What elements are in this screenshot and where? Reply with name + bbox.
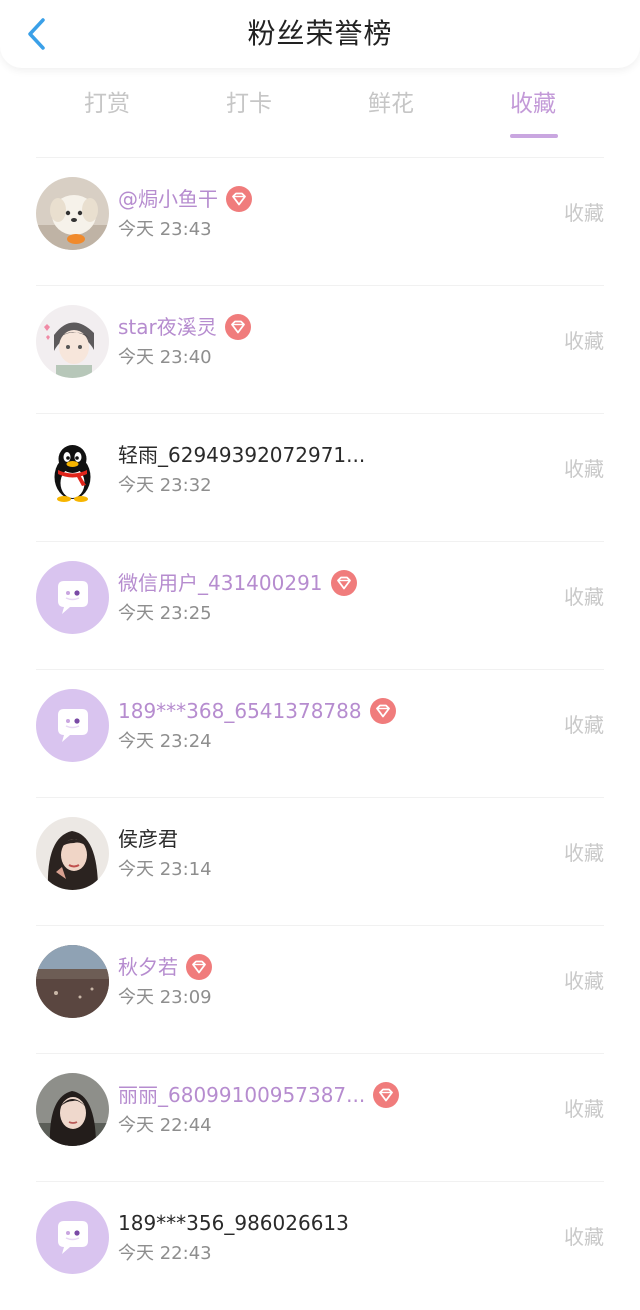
list-item[interactable]: 189***368_6541378788 今天 23:24 收藏 (0, 670, 640, 798)
avatar[interactable] (36, 177, 109, 250)
timestamp: 今天 23:40 (118, 347, 212, 368)
user-name[interactable]: @焗小鱼干 (118, 184, 218, 214)
action-label: 收藏 (564, 457, 604, 481)
action-label: 收藏 (564, 329, 604, 353)
avatar[interactable] (36, 305, 109, 378)
tab-bar: 打赏 打卡 鲜花 收藏 (0, 80, 640, 140)
user-name[interactable]: 轻雨_62949392072971... (118, 440, 365, 470)
list-item[interactable]: 侯彦君 今天 23:14 收藏 (0, 798, 640, 926)
qq-penguin-icon (36, 433, 109, 506)
landscape-photo-icon (36, 945, 109, 1018)
tab-checkin[interactable]: 打卡 (204, 86, 294, 122)
list-item[interactable]: 丽丽_68099100957387... 今天 22:44 收藏 (0, 1054, 640, 1182)
timestamp: 今天 22:43 (118, 1243, 212, 1264)
user-name[interactable]: 丽丽_68099100957387... (118, 1080, 365, 1110)
list-item[interactable]: @焗小鱼干 今天 23:43 收藏 (0, 158, 640, 286)
avatar[interactable] (36, 945, 109, 1018)
top-bar: 粉丝荣誉榜 (0, 0, 640, 68)
avatar[interactable] (36, 561, 109, 634)
diamond-badge-icon (186, 954, 212, 980)
chat-bubble-icon (36, 561, 109, 634)
action-label: 收藏 (564, 201, 604, 225)
user-name[interactable]: 侯彦君 (118, 824, 178, 854)
list-item[interactable]: 轻雨_62949392072971... 今天 23:32 收藏 (0, 414, 640, 542)
chat-bubble-icon (36, 1201, 109, 1274)
avatar[interactable] (36, 689, 109, 762)
list-item[interactable]: star夜溪灵 今天 23:40 收藏 (0, 286, 640, 414)
diamond-badge-icon (330, 570, 357, 596)
timestamp: 今天 23:25 (118, 603, 212, 624)
user-name[interactable]: 189***356_986026613 (118, 1208, 349, 1238)
tab-favorites[interactable]: 收藏 (488, 86, 578, 138)
portrait-photo-icon (36, 1073, 109, 1146)
fan-list: @焗小鱼干 今天 23:43 收藏 star夜溪灵 今天 23:40 收藏 轻雨… (0, 158, 640, 1310)
list-item[interactable]: 189***356_986026613 今天 22:43 收藏 (0, 1182, 640, 1310)
list-item[interactable]: 秋夕若 今天 23:09 收藏 (0, 926, 640, 1054)
diamond-badge-icon (226, 186, 252, 212)
diamond-badge-icon (369, 698, 396, 724)
user-name[interactable]: star夜溪灵 (118, 312, 217, 342)
action-label: 收藏 (564, 585, 604, 609)
anime-photo-icon (36, 305, 109, 378)
tab-flowers[interactable]: 鲜花 (346, 86, 436, 122)
diamond-badge-icon (224, 314, 251, 340)
action-label: 收藏 (564, 1097, 604, 1121)
portrait-photo-icon (36, 817, 109, 890)
avatar[interactable] (36, 1073, 109, 1146)
timestamp: 今天 22:44 (118, 1115, 212, 1136)
timestamp: 今天 23:32 (118, 475, 212, 496)
page-title: 粉丝荣誉榜 (247, 17, 393, 50)
diamond-badge-icon (373, 1082, 400, 1108)
timestamp: 今天 23:14 (118, 859, 212, 880)
avatar[interactable] (36, 433, 109, 506)
avatar[interactable] (36, 1201, 109, 1274)
dog-photo-icon (36, 177, 109, 250)
action-label: 收藏 (564, 841, 604, 865)
timestamp: 今天 23:09 (118, 987, 212, 1008)
tab-reward[interactable]: 打赏 (62, 86, 152, 122)
chat-bubble-icon (36, 689, 109, 762)
timestamp: 今天 23:43 (118, 219, 212, 240)
user-name[interactable]: 189***368_6541378788 (118, 696, 362, 726)
action-label: 收藏 (564, 713, 604, 737)
tab-favorites-label: 收藏 (510, 91, 556, 117)
action-label: 收藏 (564, 1225, 604, 1249)
user-name[interactable]: 微信用户_431400291 (118, 568, 323, 598)
timestamp: 今天 23:24 (118, 731, 212, 752)
user-name[interactable]: 秋夕若 (118, 952, 178, 982)
list-item[interactable]: 微信用户_431400291 今天 23:25 收藏 (0, 542, 640, 670)
active-tab-indicator (510, 134, 558, 138)
action-label: 收藏 (564, 969, 604, 993)
avatar[interactable] (36, 817, 109, 890)
